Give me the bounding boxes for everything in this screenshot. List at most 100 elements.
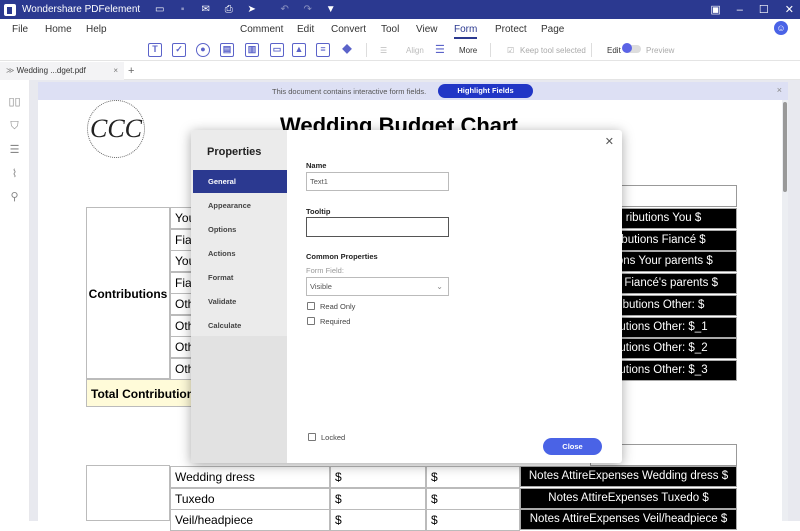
required-checkbox[interactable] xyxy=(307,317,315,325)
radio-button-tool-icon[interactable]: ● xyxy=(196,43,210,57)
form-toolbar: T ✓ ● ▤ ▥ ▭ ▲ ≡ ◆ ☰ Align ☰ More ☑ Keep … xyxy=(0,39,800,61)
dialog-tab-format[interactable]: Format xyxy=(193,266,287,289)
attire-item-label: Wedding dress xyxy=(170,466,330,488)
attire-item-label: Tuxedo xyxy=(170,487,330,510)
distribute-icon[interactable]: ☰ xyxy=(435,43,445,56)
maximize-icon[interactable]: ☐ xyxy=(759,3,769,16)
print-icon[interactable]: ⎙ xyxy=(223,4,234,15)
notice-close-icon[interactable]: × xyxy=(777,85,782,95)
form-field-label: Form Field: xyxy=(306,266,344,275)
keep-tool-checkbox[interactable]: ☑ xyxy=(507,46,514,55)
list-box-tool-icon[interactable]: ▥ xyxy=(245,43,259,57)
name-input[interactable]: Text1 xyxy=(306,172,449,191)
keep-tool-label: Keep tool selected xyxy=(520,46,586,55)
edit-preview-toggle[interactable] xyxy=(622,43,641,53)
dialog-tab-options[interactable]: Options xyxy=(193,218,287,241)
thumbnails-icon[interactable]: ▯▯ xyxy=(8,96,21,108)
attire-notes-field[interactable]: Notes AttireExpenses Veil/headpiece $ xyxy=(520,509,737,530)
align-button[interactable]: Align xyxy=(406,46,424,55)
preview-mode-label: Preview xyxy=(646,46,675,55)
close-window-icon[interactable]: ✕ xyxy=(785,3,794,16)
actual-cost-field[interactable]: $ xyxy=(426,466,520,488)
notice-message: This document contains interactive form … xyxy=(272,87,427,96)
dialog-tab-general[interactable]: General xyxy=(193,170,287,193)
checkbox-tool-icon[interactable]: ✓ xyxy=(172,43,186,57)
open-folder-icon[interactable]: ▭ xyxy=(154,4,165,15)
estimated-cost-field[interactable]: $ xyxy=(330,466,426,488)
highlight-fields-button[interactable]: Highlight Fields xyxy=(438,84,533,98)
quick-access-icon[interactable]: ▼ xyxy=(325,4,336,15)
date-field-tool-icon[interactable]: ≡ xyxy=(316,43,330,57)
more-button[interactable]: More xyxy=(459,46,477,55)
undo-icon[interactable]: ↶ xyxy=(279,4,290,15)
eraser-tool-icon[interactable]: ◆ xyxy=(340,42,354,57)
dialog-tab-appearance[interactable]: Appearance xyxy=(193,194,287,217)
attire-item-label: Veil/headpiece xyxy=(170,509,330,531)
menu-protect[interactable]: Protect xyxy=(495,24,527,35)
menu-home[interactable]: Home xyxy=(45,24,72,35)
locked-checkbox[interactable] xyxy=(308,433,316,441)
scrollbar-thumb[interactable] xyxy=(783,102,787,192)
menu-help[interactable]: Help xyxy=(86,24,107,35)
actual-cost-field[interactable]: $ xyxy=(426,487,520,510)
search-icon[interactable]: ⚲ xyxy=(8,191,21,203)
menu-view[interactable]: View xyxy=(416,24,438,35)
button-tool-icon[interactable]: ▭ xyxy=(270,43,284,57)
read-only-label: Read Only xyxy=(320,302,356,311)
required-label: Required xyxy=(320,317,351,326)
tab-collapse-icon[interactable]: ≫ xyxy=(6,66,14,75)
total-contributions-label: Total Contributions xyxy=(86,379,196,407)
chevron-down-icon: ⌄ xyxy=(436,282,443,291)
tab-title: Wedding ...dget.pdf xyxy=(16,66,86,75)
form-field-select[interactable]: Visible ⌄ xyxy=(306,277,449,296)
tab-close-icon[interactable]: × xyxy=(113,62,118,80)
image-field-tool-icon[interactable]: ▲ xyxy=(292,43,306,57)
menu-bar: File Home Help Comment Edit Convert Tool… xyxy=(0,19,800,39)
user-avatar-icon[interactable]: ☺ xyxy=(774,21,788,35)
menu-comment[interactable]: Comment xyxy=(240,24,283,35)
new-tab-button[interactable]: + xyxy=(128,62,134,80)
divider xyxy=(366,43,367,57)
feedback-icon[interactable]: ▣ xyxy=(710,3,720,16)
estimated-cost-field[interactable]: $ xyxy=(330,509,426,531)
combo-box-tool-icon[interactable]: ▤ xyxy=(220,43,234,57)
estimated-cost-field[interactable]: $ xyxy=(330,487,426,510)
comments-icon[interactable]: ☰ xyxy=(8,144,21,156)
dialog-tab-validate[interactable]: Validate xyxy=(193,290,287,313)
minimize-icon[interactable]: – xyxy=(737,4,743,16)
sidebar-filler xyxy=(191,336,287,463)
menu-form[interactable]: Form xyxy=(454,24,478,39)
attire-notes-field[interactable]: Notes AttireExpenses Tuxedo $ xyxy=(520,487,737,509)
text-field-tool-icon[interactable]: T xyxy=(148,43,162,57)
mail-icon[interactable]: ✉ xyxy=(200,4,211,15)
save-icon[interactable]: ▪ xyxy=(177,4,188,15)
redo-icon[interactable]: ↷ xyxy=(302,4,313,15)
read-only-checkbox[interactable] xyxy=(307,302,315,310)
attachment-icon[interactable]: ⌇ xyxy=(8,168,21,180)
menu-convert[interactable]: Convert xyxy=(331,24,366,35)
tooltip-label: Tooltip xyxy=(306,207,331,216)
bookmark-icon[interactable]: ⛉ xyxy=(8,120,21,132)
dialog-close-icon[interactable]: ✕ xyxy=(605,135,614,148)
align-icon: ☰ xyxy=(380,46,388,55)
menu-edit[interactable]: Edit xyxy=(297,24,314,35)
attire-notes-field[interactable]: Notes AttireExpenses Wedding dress $ xyxy=(520,466,737,487)
close-button[interactable]: Close xyxy=(543,438,602,455)
tooltip-input[interactable] xyxy=(306,217,449,237)
document-tab[interactable]: ≫ Wedding ...dget.pdf × xyxy=(0,62,124,80)
edit-mode-label: Edit xyxy=(607,46,621,55)
menu-page[interactable]: Page xyxy=(541,24,564,35)
dialog-sidebar: Properties General Appearance Options Actio… xyxy=(191,130,287,463)
menu-file[interactable]: File xyxy=(12,24,28,35)
organization-seal-logo: CCC xyxy=(87,100,145,158)
dialog-tab-calculate[interactable]: Calculate xyxy=(193,314,287,337)
locked-label: Locked xyxy=(321,433,346,442)
divider xyxy=(490,43,491,57)
dialog-tab-actions[interactable]: Actions xyxy=(193,242,287,265)
vertical-scrollbar[interactable] xyxy=(782,100,788,521)
menu-tool[interactable]: Tool xyxy=(381,24,399,35)
share-icon[interactable]: ➤ xyxy=(246,4,257,15)
actual-cost-field[interactable]: $ xyxy=(426,509,520,531)
form-fields-notice: This document contains interactive form … xyxy=(38,82,788,100)
document-tab-bar: ≫ Wedding ...dget.pdf × + xyxy=(0,62,800,80)
